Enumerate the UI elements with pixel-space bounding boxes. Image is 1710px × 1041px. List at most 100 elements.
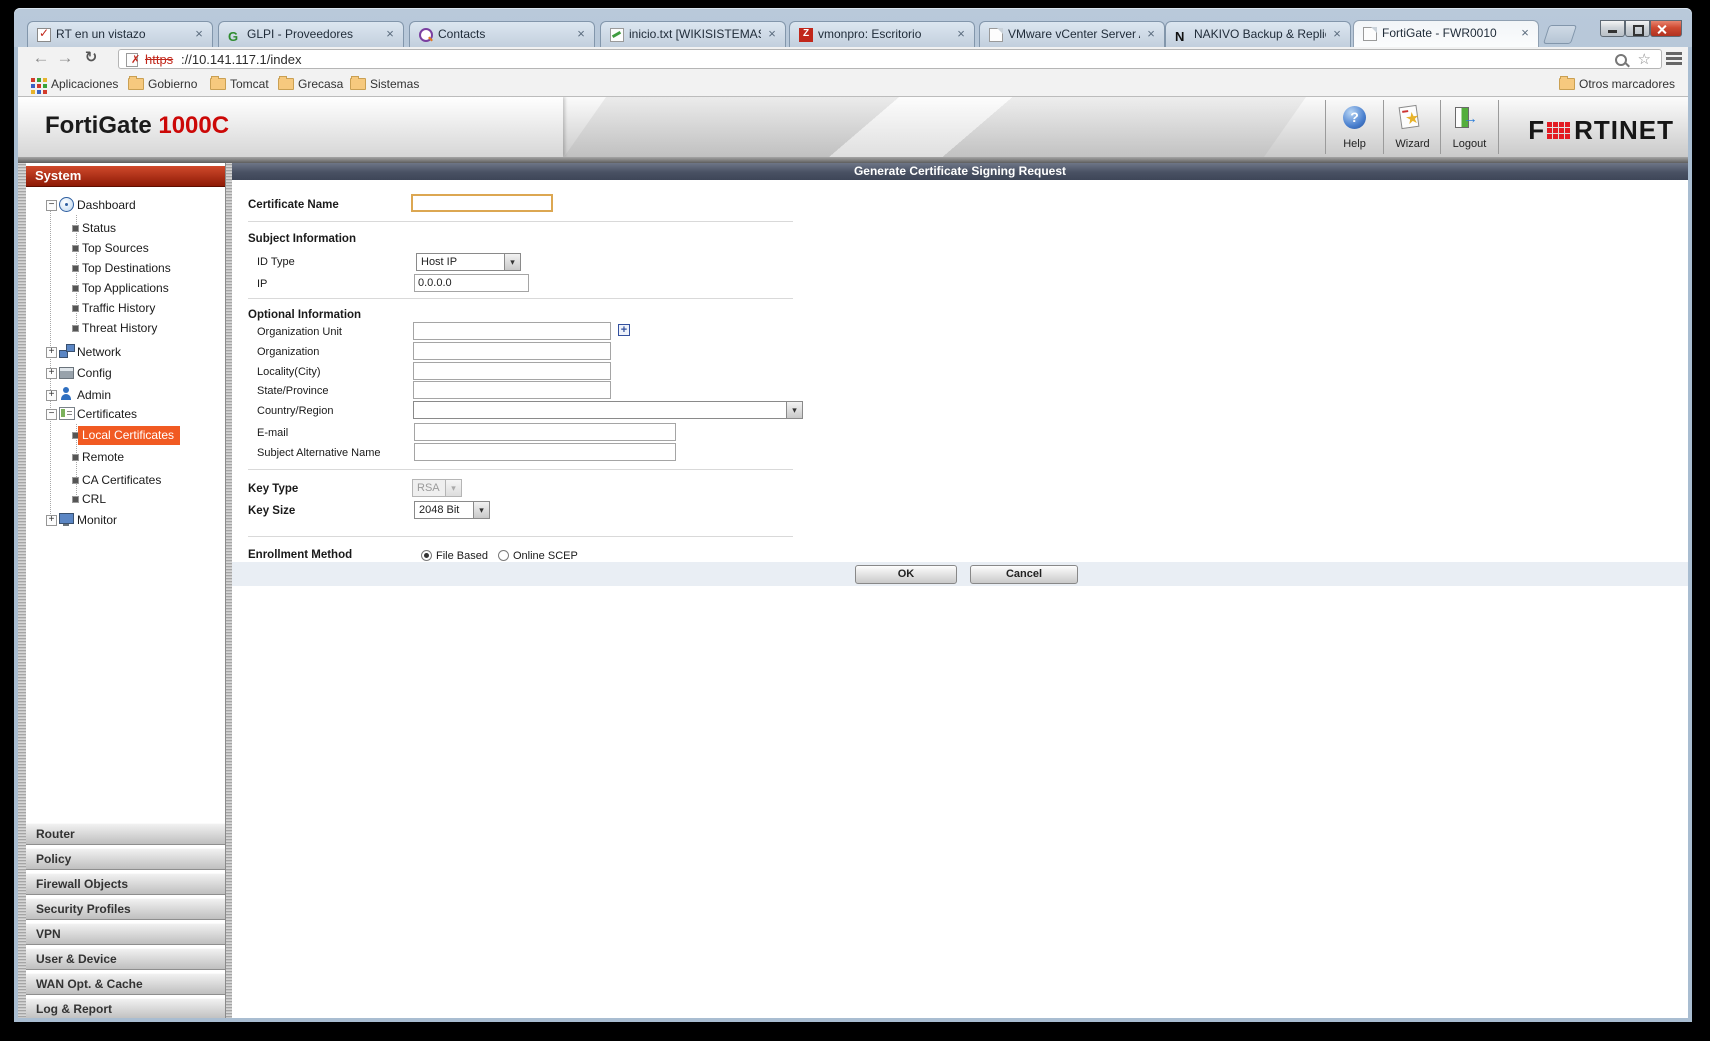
tab-close-icon[interactable] [192,27,206,41]
file-based-option[interactable]: File Based [436,550,488,562]
sidebar-menu-policy[interactable]: Policy [26,848,225,870]
sidebar-menu-firewall-objects[interactable]: Firewall Objects [26,873,225,895]
subject-alt-name-input[interactable] [414,443,676,461]
cancel-button[interactable]: Cancel [970,565,1078,584]
tab-close-icon[interactable] [954,27,968,41]
bookmark-star-icon[interactable] [1638,50,1651,68]
bookmark-folder-grecasa[interactable]: Grecasa [278,75,343,93]
sidebar-menu-user-device[interactable]: User & Device [26,948,225,970]
fortigate-banner: FortiGate 1000C Help Wizard Logout F RTI… [18,97,1688,157]
sidebar-item-crl[interactable]: CRL [26,490,225,508]
bookmark-apps[interactable]: Aplicaciones [31,75,118,93]
tab-close-icon[interactable] [383,27,397,41]
online-scep-radio[interactable] [498,550,509,561]
country-region-label: Country/Region [257,405,333,417]
collapse-icon[interactable] [46,200,57,211]
sidebar-item-status[interactable]: Status [26,219,225,237]
sidebar-item-admin[interactable]: Admin [26,386,225,404]
help-button[interactable]: Help [1325,100,1383,154]
id-type-select[interactable]: Host IP [416,253,521,271]
email-input[interactable] [414,423,676,441]
enrollment-method-label: Enrollment Method [248,549,352,561]
tab-close-icon[interactable] [1144,27,1158,41]
tab-close-icon[interactable] [1518,26,1532,40]
dashboard-icon [59,197,74,212]
reload-button[interactable] [80,47,102,69]
logout-button[interactable]: Logout [1440,100,1499,154]
sidebar-menu-vpn[interactable]: VPN [26,923,225,945]
minimize-button[interactable] [1600,20,1625,37]
online-scep-option[interactable]: Online SCEP [513,550,578,562]
certificate-name-input[interactable] [411,194,553,212]
organization-input[interactable] [413,342,611,360]
sidebar-item-certificates[interactable]: Certificates [26,405,225,423]
fortinet-logo: F RTINET [1528,115,1674,146]
state-province-label: State/Province [257,385,329,397]
sidebar-item-local-certificates[interactable]: Local Certificates [26,426,225,444]
tab-contacts[interactable]: Contacts [409,21,595,47]
sidebar-item-threat-history[interactable]: Threat History [26,319,225,337]
ok-button[interactable]: OK [855,565,957,584]
tab-glpi[interactable]: GLPI - Proveedores [218,21,404,47]
sidebar-item-network[interactable]: Network [26,343,225,361]
close-window-button[interactable] [1650,20,1682,37]
state-province-input[interactable] [413,381,611,399]
tab-nakivo[interactable]: NAKIVO Backup & Replic [1165,21,1351,47]
tab-wiki[interactable]: inicio.txt [WIKISISTEMAS] [600,21,786,47]
sidebar-item-config[interactable]: Config [26,364,225,382]
address-bar[interactable]: https ://10.141.117.1/index [118,49,1662,69]
bookmark-folder-tomcat[interactable]: Tomcat [210,75,269,93]
chevron-down-icon[interactable] [504,254,520,270]
sidebar-item-top-applications[interactable]: Top Applications [26,279,225,297]
bookmarks-bar: Aplicaciones Gobierno Tomcat Grecasa Sis… [18,71,1688,97]
locality-input[interactable] [413,362,611,380]
other-bookmarks[interactable]: Otros marcadores [1559,75,1675,93]
tab-title: Contacts [438,27,570,41]
tab-close-icon[interactable] [574,27,588,41]
sidebar-item-remote[interactable]: Remote [26,448,225,466]
country-region-select[interactable] [413,401,803,419]
organization-unit-input[interactable] [413,322,611,340]
ip-input[interactable] [414,274,529,292]
back-button[interactable] [30,47,52,69]
key-size-select[interactable]: 2048 Bit [414,501,490,519]
add-organization-unit-button[interactable] [618,324,630,336]
sidebar-menu-security-profiles[interactable]: Security Profiles [26,898,225,920]
sidebar-item-ca-certificates[interactable]: CA Certificates [26,471,225,489]
sidebar-item-top-sources[interactable]: Top Sources [26,239,225,257]
new-tab-button[interactable] [1543,25,1577,44]
certificates-icon [59,407,75,420]
expand-icon[interactable] [46,347,57,358]
sidebar-menu-wan-opt[interactable]: WAN Opt. & Cache [26,973,225,995]
sidebar-item-top-destinations[interactable]: Top Destinations [26,259,225,277]
tab-close-icon[interactable] [765,27,779,41]
forward-button[interactable] [54,47,76,69]
zoom-search-icon[interactable] [1615,54,1627,66]
tab-fortigate-active[interactable]: FortiGate - FWR0010 [1353,20,1539,47]
sidebar-item-traffic-history[interactable]: Traffic History [26,299,225,317]
expand-icon[interactable] [46,368,57,379]
sidebar-item-monitor[interactable]: Monitor [26,511,225,529]
sidebar-section-system[interactable]: System [26,166,225,187]
chevron-down-icon[interactable] [473,502,489,518]
rt-favicon-icon [37,28,51,42]
chrome-menu-icon[interactable] [1666,52,1682,66]
maximize-button[interactable] [1625,20,1650,37]
collapse-icon[interactable] [46,409,57,420]
expand-icon[interactable] [46,515,57,526]
tab-vcenter[interactable]: VMware vCenter Server Ap [979,21,1165,47]
sidebar-menu-router[interactable]: Router [26,823,225,845]
logout-door-icon [1455,107,1469,128]
tab-title: VMware vCenter Server Ap [1008,27,1140,41]
tab-vmonpro[interactable]: vmonpro: Escritorio [789,21,975,47]
sidebar-menu-log-report[interactable]: Log & Report [26,998,225,1020]
bookmark-folder-gobierno[interactable]: Gobierno [128,75,197,93]
wizard-button[interactable]: Wizard [1383,100,1441,154]
tab-rt[interactable]: RT en un vistazo [27,21,213,47]
sidebar-item-dashboard[interactable]: Dashboard [26,196,225,214]
file-based-radio[interactable] [421,550,432,561]
expand-icon[interactable] [46,390,57,401]
bookmark-folder-sistemas[interactable]: Sistemas [350,75,419,93]
tab-close-icon[interactable] [1330,27,1344,41]
chevron-down-icon[interactable] [786,402,802,418]
